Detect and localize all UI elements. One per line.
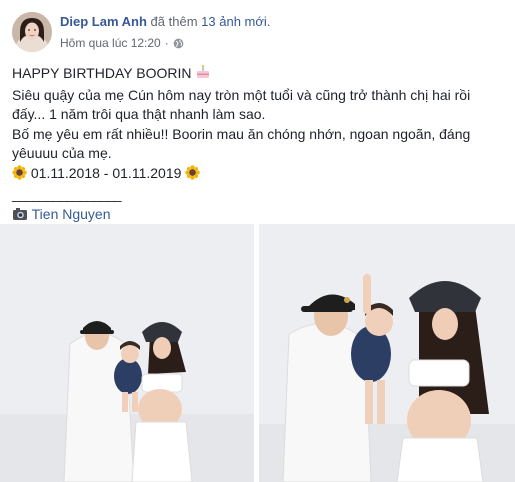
post-meta: Hôm qua lúc 12:20 ·: [60, 36, 184, 50]
author-avatar[interactable]: [12, 12, 52, 52]
post-photo-2[interactable]: [259, 224, 515, 482]
photographer-link[interactable]: Tien Nguyen: [32, 206, 111, 222]
cake-icon: [195, 64, 211, 86]
author-name-link[interactable]: Diep Lam Anh: [60, 14, 147, 29]
post-line-2: Siêu quậy của mẹ Cún hôm nay tròn một tu…: [12, 86, 471, 123]
photo-count-link[interactable]: 13 ảnh mới.: [201, 14, 270, 29]
post-header: Diep Lam Anh đã thêm 13 ảnh mới.: [60, 14, 270, 29]
dot-separator: ·: [164, 36, 169, 50]
post-line-4: 01.11.2018 - 01.11.2019: [12, 164, 502, 186]
post-timestamp[interactable]: Hôm qua lúc 12:20: [60, 36, 161, 50]
facebook-post: Diep Lam Anh đã thêm 13 ảnh mới. Hôm qua…: [0, 0, 515, 482]
globe-icon[interactable]: [173, 38, 184, 49]
date-range-text: 01.11.2018 - 01.11.2019: [30, 164, 182, 181]
text-divider: ________________: [12, 186, 122, 202]
post-action-text: đã thêm: [150, 14, 198, 29]
sunflower-icon: [12, 164, 27, 186]
post-body: HAPPY BIRTHDAY BOORIN Siêu quậy của mẹ C…: [12, 64, 502, 226]
post-photo-1[interactable]: [0, 224, 254, 482]
photo-credit: Tien Nguyen: [12, 205, 502, 227]
post-line-3: Bố mẹ yêu em rất nhiều!! Boorin mau ăn c…: [12, 125, 471, 162]
post-line-1-text: HAPPY BIRTHDAY BOORIN: [12, 65, 192, 81]
sunflower-icon: [185, 164, 200, 186]
post-line-1: HAPPY BIRTHDAY BOORIN: [12, 64, 502, 86]
